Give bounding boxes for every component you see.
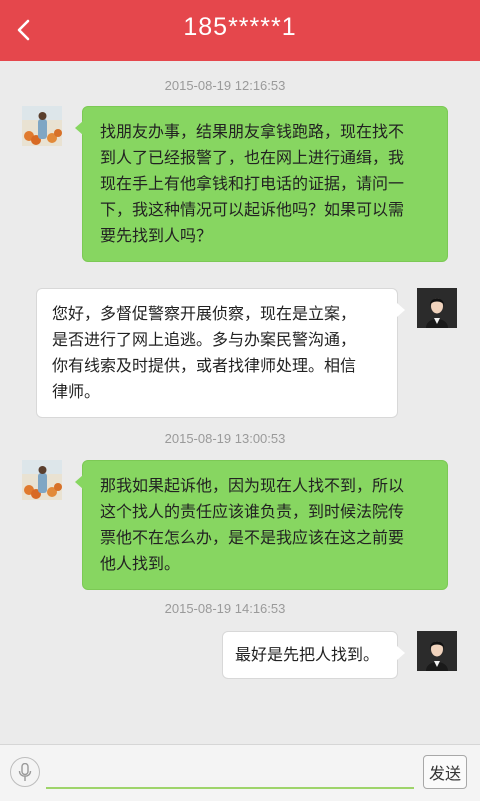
user-avatar-photo <box>22 460 62 500</box>
microphone-icon <box>18 763 32 781</box>
title-bar: 185*****1 <box>0 0 480 61</box>
user-avatar[interactable] <box>22 460 62 500</box>
user-avatar-photo <box>22 106 62 146</box>
message-bubble-user[interactable]: 那我如果起诉他，因为现在人找不到，所以 这个找人的责任应该谁负责，到时候法院传 … <box>75 460 448 590</box>
page-title: 185*****1 <box>183 13 297 41</box>
message-line: 你有线索及时提供，或者找律师处理。相信 <box>52 356 357 375</box>
message-bubble-lawyer[interactable]: 最好是先把人找到。 <box>222 631 405 679</box>
message-bubble-user[interactable]: 找朋友办事，结果朋友拿钱跑路，现在找不 到人了已经报警了，也在网上进行通缉，我 … <box>75 106 448 262</box>
message-line: 律师。 <box>52 382 101 401</box>
message-line: 现在手上有他拿钱和打电话的证据，请问一 <box>100 174 405 193</box>
lawyer-avatar[interactable] <box>417 288 457 328</box>
message-line: 这个找人的责任应该谁负责，到时候法院传 <box>100 502 405 521</box>
message-input-bar: 发送 <box>0 744 480 801</box>
send-button[interactable]: 发送 <box>423 755 467 789</box>
voice-input-button[interactable] <box>10 757 40 787</box>
message-bubble-lawyer[interactable]: 您好，多督促警察开展侦察，现在是立案， 是否进行了网上追逃。多与办案民警沟通， … <box>36 288 405 418</box>
lawyer-avatar[interactable] <box>417 631 457 671</box>
lawyer-avatar-photo <box>417 631 457 671</box>
message-line: 您好，多督促警察开展侦察，现在是立案， <box>52 304 357 323</box>
message-line: 票他不在怎么办，是不是我应该在这之前要 <box>100 528 405 547</box>
message-line: 最好是先把人找到。 <box>235 645 380 664</box>
message-line: 是否进行了网上追逃。多与办案民警沟通， <box>52 330 357 349</box>
message-input[interactable] <box>46 759 414 789</box>
message-line: 要先找到人吗？ <box>100 226 213 245</box>
message-line: 他人找到。 <box>100 554 181 573</box>
message-timestamp: 2015-08-19 14:16:53 <box>164 601 286 616</box>
message-line: 找朋友办事，结果朋友拿钱跑路，现在找不 <box>100 122 405 141</box>
user-avatar[interactable] <box>22 106 62 146</box>
message-timestamp: 2015-08-19 12:16:53 <box>164 78 286 93</box>
message-timestamp: 2015-08-19 13:00:53 <box>164 431 286 446</box>
message-line: 到人了已经报警了，也在网上进行通缉，我 <box>100 148 405 167</box>
message-line: 下，我这种情况可以起诉他吗？如果可以需 <box>100 200 405 219</box>
message-line: 那我如果起诉他，因为现在人找不到，所以 <box>100 476 405 495</box>
lawyer-avatar-photo <box>417 288 457 328</box>
